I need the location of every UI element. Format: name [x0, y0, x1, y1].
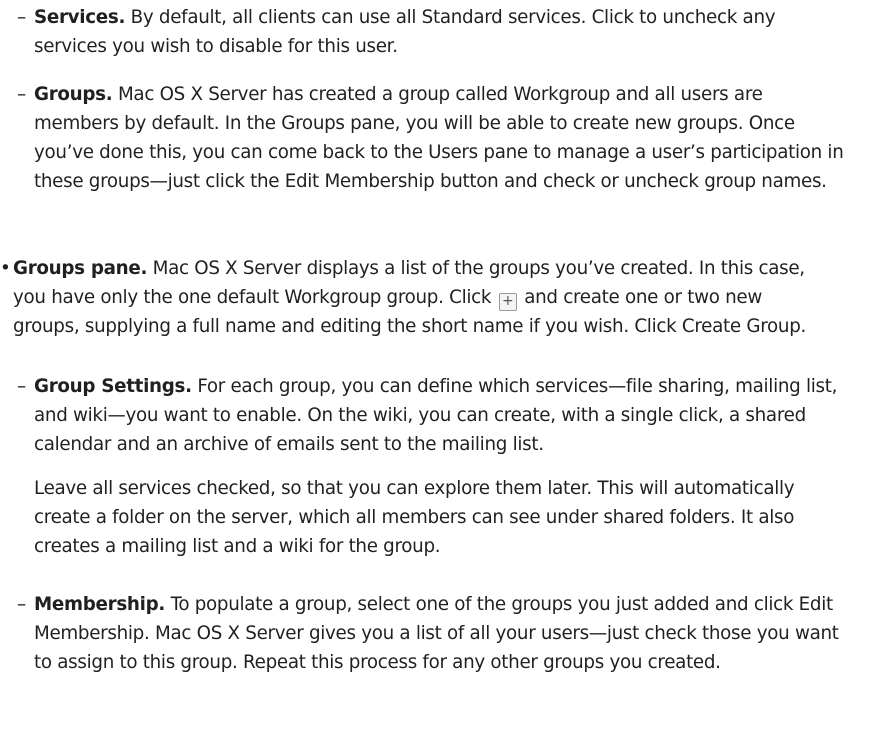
- dash-marker: –: [17, 7, 26, 28]
- group-settings-item: – Group Settings. For each group, you ca…: [17, 372, 849, 459]
- dash-marker: –: [17, 594, 26, 615]
- membership-title: Membership.: [34, 594, 166, 615]
- group-settings-paragraph: Leave all services checked, so that you …: [34, 478, 795, 557]
- groups-item: – Groups. Mac OS X Server has created a …: [17, 80, 844, 196]
- groups-pane-title: Groups pane.: [13, 258, 148, 279]
- dash-marker: –: [17, 84, 26, 105]
- dash-marker: –: [17, 376, 26, 397]
- services-text: By default, all clients can use all Stan…: [34, 7, 776, 57]
- membership-item: – Membership. To populate a group, selec…: [17, 590, 849, 677]
- bullet-marker: •: [0, 258, 11, 279]
- group-settings-title: Group Settings.: [34, 376, 192, 397]
- services-item: – Services. By default, all clients can …: [17, 3, 844, 61]
- add-group-icon: +: [498, 293, 517, 311]
- services-title: Services.: [34, 7, 126, 28]
- groups-title: Groups.: [34, 84, 113, 105]
- groups-pane-item: • Groups pane. Mac OS X Server displays …: [0, 254, 833, 341]
- groups-text: Mac OS X Server has created a group call…: [34, 84, 844, 192]
